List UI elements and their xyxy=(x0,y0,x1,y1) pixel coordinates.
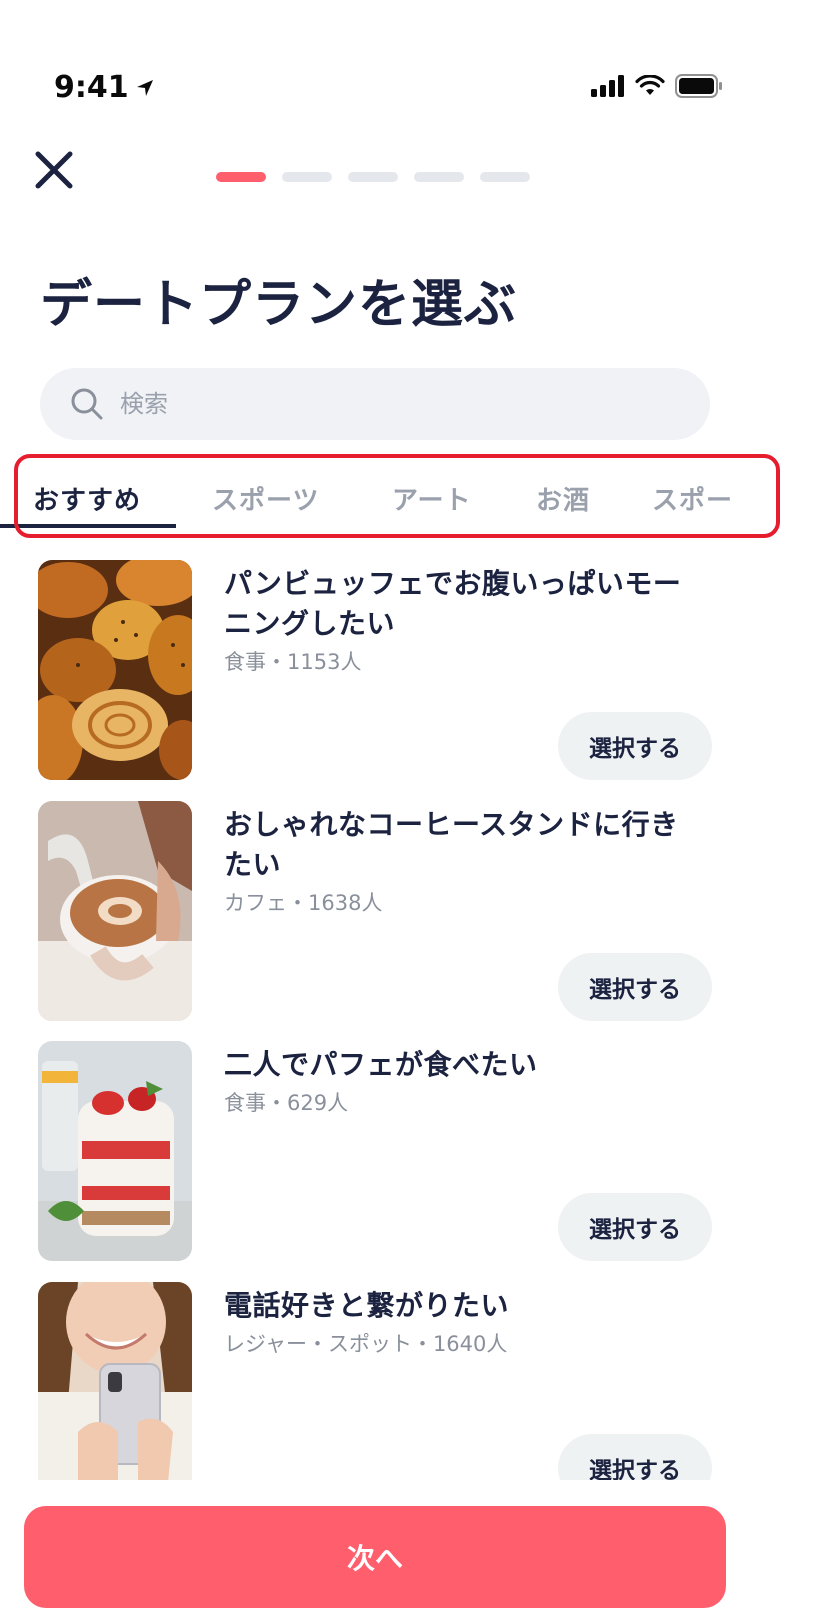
plan-meta: 食事・629人 xyxy=(224,1091,349,1115)
next-button[interactable]: 次へ xyxy=(24,1506,726,1608)
close-icon xyxy=(35,151,73,189)
screen: 9:41 デートプランを選ぶ 検索 おすすめ スポーツ アート お酒 スポー パ… xyxy=(0,0,819,1624)
status-icons xyxy=(591,74,723,98)
plan-title: 電話好きと繋がりたい xyxy=(224,1289,510,1322)
wifi-icon xyxy=(635,75,665,95)
progress-step xyxy=(348,172,398,182)
tab-sports-2[interactable]: スポー xyxy=(652,480,733,517)
progress-step xyxy=(414,172,464,182)
parfait-photo xyxy=(38,1041,192,1261)
plan-item[interactable]: パンビュッフェでお腹いっぱいモーニングしたい 食事・1153人 選択する xyxy=(38,560,738,780)
plan-item[interactable]: 電話好きと繋がりたい レジャー・スポット・1640人 選択する xyxy=(38,1282,738,1480)
step-progress xyxy=(216,172,530,182)
active-tab-indicator xyxy=(0,524,176,528)
plan-title: 二人でパフェが食べたい xyxy=(224,1048,538,1081)
tab-art[interactable]: アート xyxy=(392,480,471,517)
select-button[interactable]: 選択する xyxy=(558,1434,712,1480)
search-input[interactable] xyxy=(120,390,680,418)
progress-step xyxy=(282,172,332,182)
battery-icon xyxy=(675,74,722,98)
search-icon xyxy=(71,388,103,420)
plan-meta: カフェ・1638人 xyxy=(224,891,383,915)
tab-alcohol[interactable]: お酒 xyxy=(536,480,590,517)
phone-woman-photo xyxy=(38,1282,192,1480)
status-time: 9:41 xyxy=(54,70,155,105)
bread-photo xyxy=(38,560,192,780)
close-button[interactable] xyxy=(34,150,74,190)
search-bar[interactable] xyxy=(40,368,710,440)
progress-step xyxy=(480,172,530,182)
plan-meta: レジャー・スポット・1640人 xyxy=(224,1332,508,1356)
plan-list: パンビュッフェでお腹いっぱいモーニングしたい 食事・1153人 選択する おしゃ… xyxy=(0,560,819,1480)
cellular-signal-icon xyxy=(591,75,624,97)
progress-step-active xyxy=(216,172,266,182)
select-button[interactable]: 選択する xyxy=(558,953,712,1021)
plan-item[interactable]: 二人でパフェが食べたい 食事・629人 選択する xyxy=(38,1041,738,1261)
plan-item[interactable]: おしゃれなコーヒースタンドに行きたい カフェ・1638人 選択する xyxy=(38,801,738,1021)
tab-sports[interactable]: スポーツ xyxy=(212,480,319,517)
plan-meta: 食事・1153人 xyxy=(224,650,362,674)
select-button[interactable]: 選択する xyxy=(558,712,712,780)
plan-title: パンビュッフェでお腹いっぱいモーニングしたい xyxy=(224,567,682,640)
plan-title: おしゃれなコーヒースタンドに行きたい xyxy=(224,808,679,881)
latte-photo xyxy=(38,801,192,1021)
tab-recommended[interactable]: おすすめ xyxy=(33,480,141,517)
select-button[interactable]: 選択する xyxy=(558,1193,712,1261)
location-arrow-icon xyxy=(136,79,153,96)
category-tabs: おすすめ スポーツ アート お酒 スポー xyxy=(0,460,819,530)
page-title: デートプランを選ぶ xyxy=(40,275,518,335)
status-time-text: 9:41 xyxy=(54,70,129,105)
